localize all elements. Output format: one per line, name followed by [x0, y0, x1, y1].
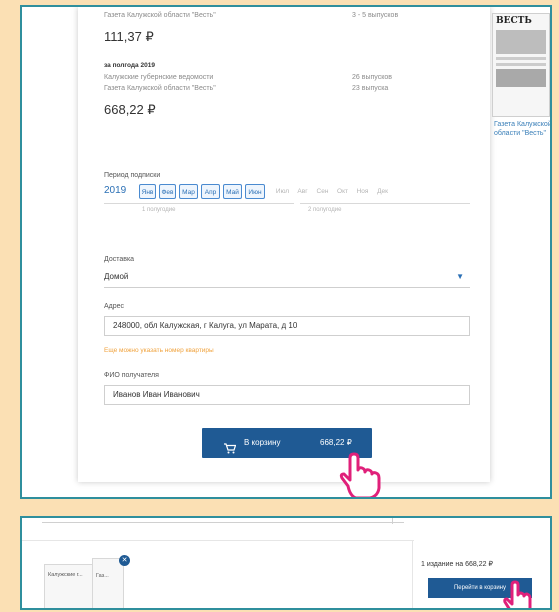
- newspaper-text-line: [496, 57, 546, 60]
- recipient-value: Иванов Иван Иванович: [113, 390, 200, 399]
- newspaper-logo: ВЕСТЬ: [496, 16, 532, 26]
- publication-count: 23 выпуска: [352, 85, 389, 92]
- month-button[interactable]: Ноя: [354, 184, 371, 199]
- cart-summary-frame: Калужские г... Газ... ✕ 1 издание на 668…: [20, 516, 552, 610]
- newspaper-photo: [496, 30, 546, 54]
- remove-item-icon[interactable]: ✕: [119, 555, 130, 566]
- recipient-label: ФИО получателя: [104, 372, 159, 379]
- month-button[interactable]: Сен: [314, 184, 331, 199]
- month-button[interactable]: Апр: [201, 184, 220, 199]
- cart-item-label: Калужские г...: [48, 572, 83, 578]
- newspaper-photo: [496, 69, 546, 87]
- month-button[interactable]: Янв: [139, 184, 156, 199]
- recipient-input[interactable]: Иванов Иван Иванович: [104, 385, 470, 405]
- publication-row: Калужские губернские ведомости 26 выпуск…: [104, 74, 404, 81]
- add-to-cart-label: В корзину: [244, 438, 281, 447]
- half1-label: 1 полугодие: [142, 207, 176, 213]
- publication-count: 3 - 5 выпусков: [352, 12, 399, 19]
- address-hint: Еще можно указать номер квартиры: [104, 347, 214, 354]
- month-button[interactable]: Мар: [179, 184, 198, 199]
- address-label: Адрес: [104, 303, 125, 310]
- main-screenshot-frame: Газета Калужской области "Весть" 3 - 5 в…: [20, 5, 552, 499]
- period-label: Период подписки: [104, 172, 161, 179]
- half2-divider: [300, 203, 470, 204]
- divider: [412, 540, 413, 608]
- month-button[interactable]: Июн: [245, 184, 265, 199]
- divider: [392, 518, 393, 524]
- cart-item-thumbnail[interactable]: Калужские г...: [44, 564, 96, 608]
- delivery-value: Домой: [104, 272, 129, 281]
- month-button[interactable]: Фев: [159, 184, 176, 199]
- address-value: 248000, обл Калужская, г Калуга, ул Мара…: [113, 321, 298, 330]
- subscription-card: Газета Калужской области "Весть" 3 - 5 в…: [78, 7, 490, 482]
- publication-title: Газета Калужской области "Весть": [104, 12, 216, 19]
- month-button[interactable]: Окт: [334, 184, 351, 199]
- half2-label: 2 полугодие: [308, 207, 342, 213]
- divider: [42, 522, 404, 523]
- half1-divider: [104, 203, 294, 204]
- period-year: 2019: [104, 185, 127, 196]
- address-input[interactable]: 248000, обл Калужская, г Калуга, ул Мара…: [104, 316, 470, 336]
- month-button[interactable]: Авг: [294, 184, 311, 199]
- chevron-down-icon: ▼: [456, 272, 464, 281]
- delivery-select[interactable]: Домой ▼: [104, 268, 470, 288]
- month-button[interactable]: Дек: [374, 184, 391, 199]
- price-total-1: 111,37 ₽: [104, 29, 154, 44]
- delivery-label: Доставка: [104, 256, 135, 263]
- publication-title: Газета Калужской области "Весть": [104, 85, 216, 92]
- month-button[interactable]: Июл: [274, 184, 291, 199]
- cart-item-label: Газ...: [96, 573, 109, 579]
- pointer-hand-icon: [334, 452, 388, 497]
- month-button[interactable]: Май: [223, 184, 242, 199]
- newspaper-text-line: [496, 63, 546, 66]
- cart-icon: [224, 437, 237, 467]
- divider: [22, 540, 414, 541]
- price-total-2: 668,22 ₽: [104, 102, 156, 117]
- newspaper-thumbnail[interactable]: ВЕСТЬ: [492, 13, 550, 117]
- publication-row-partial: Газета Калужской области "Весть" 3 - 5 в…: [104, 12, 454, 19]
- pointer-hand-icon: [500, 580, 540, 608]
- publication-count: 26 выпусков: [352, 74, 392, 81]
- half-year-label: за полгода 2019: [104, 62, 155, 69]
- newspaper-caption[interactable]: Газета Калужской области "Весть": [494, 120, 550, 138]
- cart-item-thumbnail[interactable]: Газ...: [92, 558, 124, 608]
- cart-summary: 1 издание на 668,22 ₽: [421, 561, 493, 568]
- publication-row: Газета Калужской области "Весть" 23 выпу…: [104, 85, 404, 92]
- publication-title: Калужские губернские ведомости: [104, 74, 214, 81]
